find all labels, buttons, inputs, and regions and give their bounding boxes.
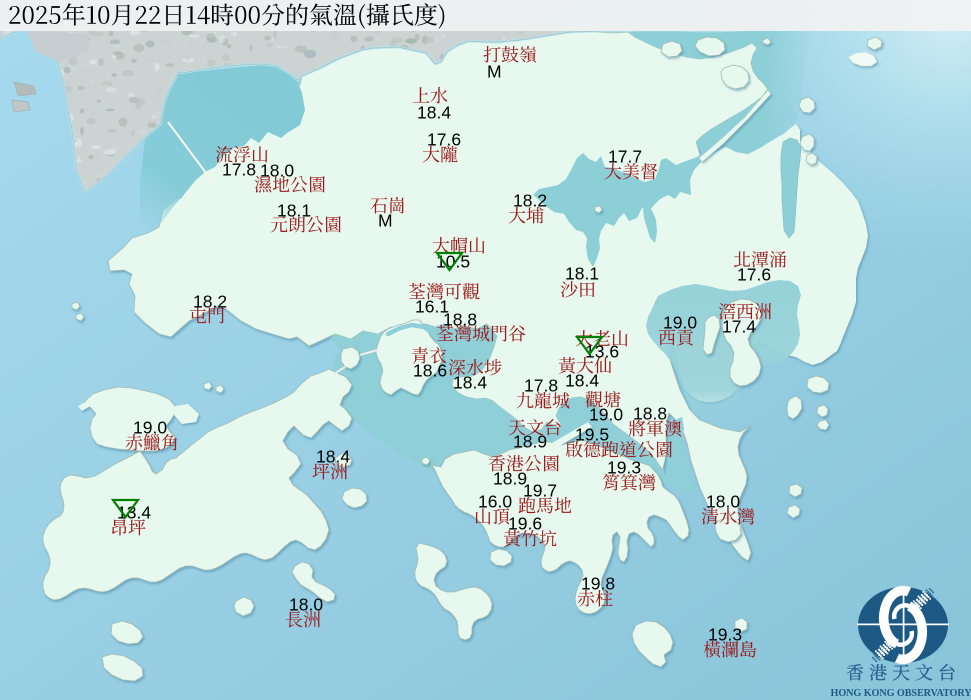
svg-text:18.8: 18.8: [443, 309, 477, 329]
svg-text:19.3: 19.3: [708, 624, 742, 644]
svg-text:17.8: 17.8: [222, 159, 256, 179]
svg-text:18.0: 18.0: [289, 594, 323, 614]
svg-text:10.5: 10.5: [436, 251, 470, 271]
svg-text:18.4: 18.4: [453, 372, 487, 392]
svg-text:19.3: 19.3: [607, 457, 641, 477]
svg-text:19.0: 19.0: [589, 404, 623, 424]
svg-text:HONG KONG OBSERVATORY: HONG KONG OBSERVATORY: [831, 688, 971, 699]
svg-text:18.0: 18.0: [706, 491, 740, 511]
svg-text:M: M: [378, 210, 393, 230]
svg-text:18.9: 18.9: [493, 468, 527, 488]
svg-text:M: M: [487, 61, 502, 81]
svg-text:18.4: 18.4: [565, 370, 599, 390]
svg-text:18.0: 18.0: [260, 160, 294, 180]
svg-text:18.6: 18.6: [413, 360, 447, 380]
svg-text:19.8: 19.8: [581, 573, 615, 593]
svg-text:18.1: 18.1: [277, 200, 311, 220]
svg-text:19.0: 19.0: [133, 417, 167, 437]
svg-text:18.4: 18.4: [417, 102, 451, 122]
svg-text:19.6: 19.6: [508, 513, 542, 533]
svg-text:17.4: 17.4: [722, 316, 756, 336]
svg-text:18.2: 18.2: [513, 190, 547, 210]
svg-text:18.1: 18.1: [565, 263, 599, 283]
svg-text:18.2: 18.2: [193, 291, 227, 311]
svg-text:17.6: 17.6: [427, 129, 461, 149]
svg-text:18.9: 18.9: [513, 431, 547, 451]
svg-text:13.6: 13.6: [585, 341, 619, 361]
svg-text:19.7: 19.7: [523, 480, 557, 500]
svg-text:18.8: 18.8: [633, 403, 667, 423]
svg-text:16.0: 16.0: [478, 491, 512, 511]
svg-text:19.5: 19.5: [575, 424, 609, 444]
svg-text:17.7: 17.7: [608, 146, 642, 166]
svg-text:17.6: 17.6: [737, 264, 771, 284]
svg-text:17.8: 17.8: [524, 375, 558, 395]
svg-text:18.4: 18.4: [316, 446, 350, 466]
svg-text:19.0: 19.0: [663, 312, 697, 332]
